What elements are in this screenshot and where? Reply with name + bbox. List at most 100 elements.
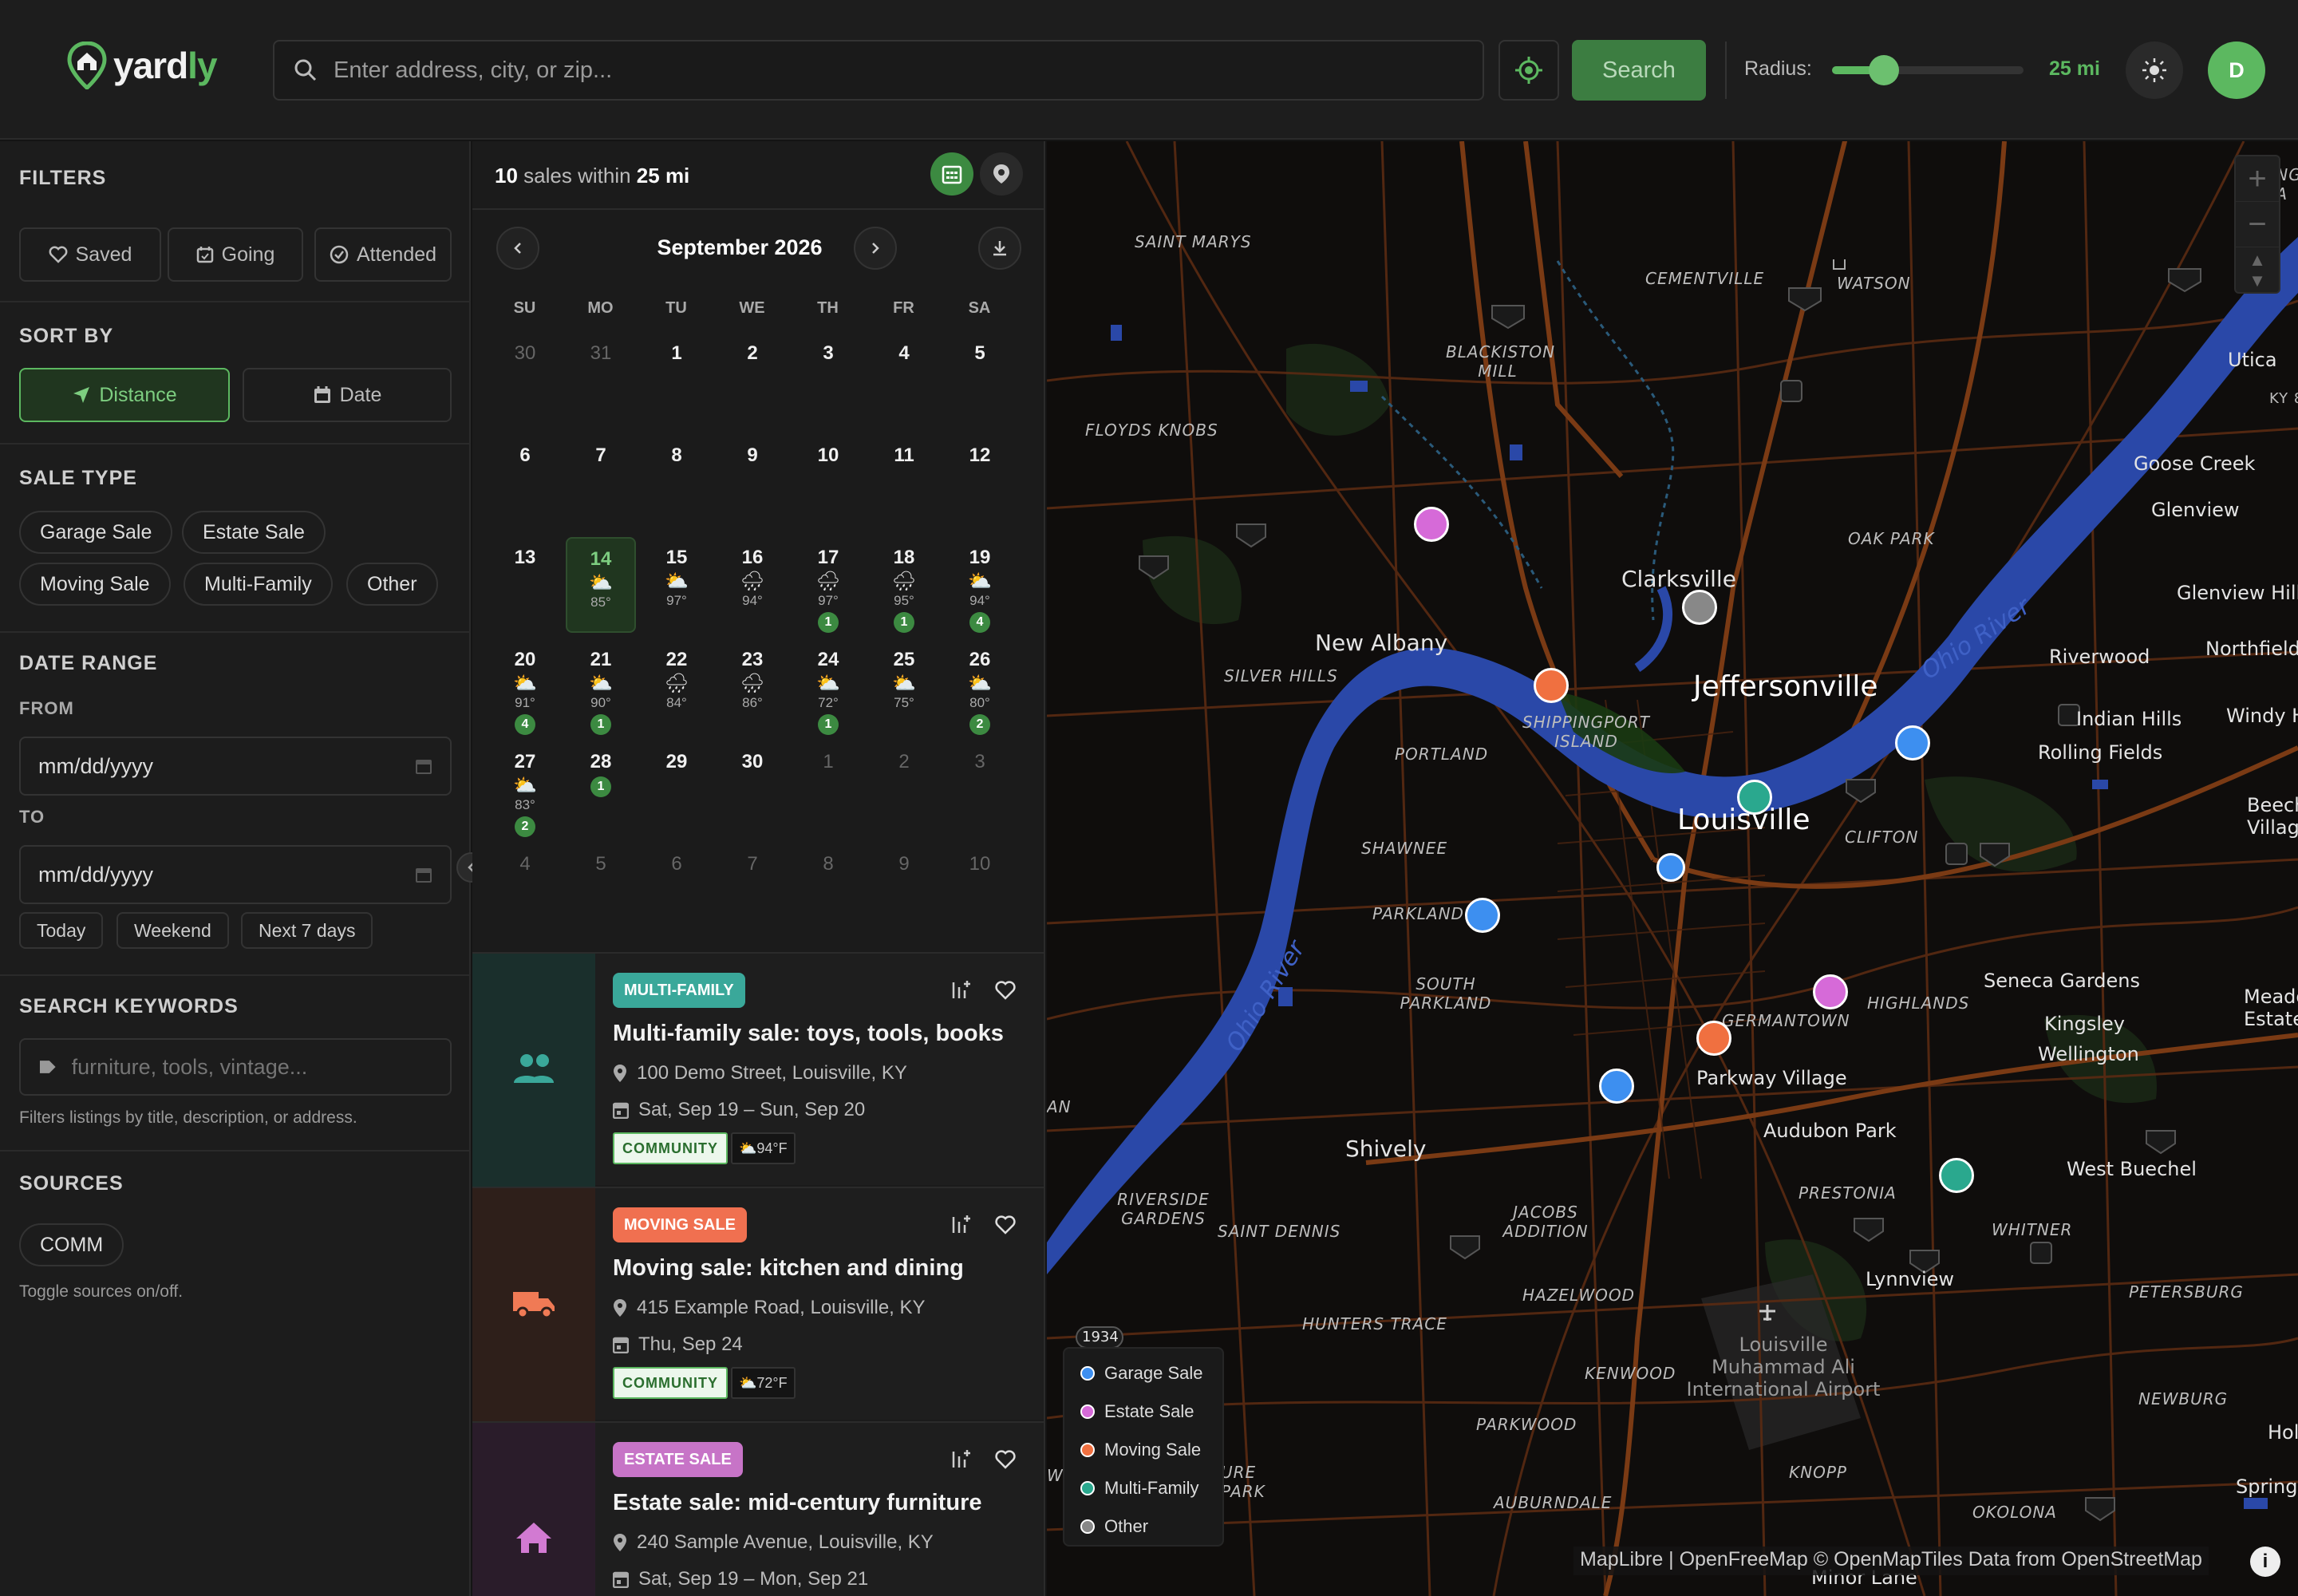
quick-date-next-7-days[interactable]: Next 7 days [241,912,373,949]
calendar-day[interactable]: 16 🌧 94° [717,537,788,633]
calendar-day[interactable]: 9 [717,435,788,531]
calendar-day[interactable]: 22 🌧 84° [642,639,712,735]
map-pin-garage-sale[interactable] [1895,725,1930,760]
calendar-day[interactable]: 9 [869,843,939,891]
calendar-day[interactable]: 24 ⛅ 72° 1 [793,639,863,735]
map-pin-moving-sale[interactable] [1534,668,1569,703]
calendar-day[interactable]: 1 [642,333,712,429]
chip-estate-sale[interactable]: Estate Sale [182,511,326,554]
calendar-day[interactable]: 2 [869,741,939,837]
calendar-day[interactable]: 20 ⛅ 91° 4 [490,639,560,735]
logo[interactable]: yardly [67,41,218,89]
add-to-route-button[interactable] [946,976,975,1005]
sort-date-button[interactable]: Date [243,368,452,422]
calendar-day[interactable]: 8 [793,843,863,891]
calendar-day[interactable]: 3 [945,741,1015,837]
zoom-in-button[interactable]: + [2236,156,2279,202]
map-pin-multi-family[interactable] [1737,780,1772,815]
save-favorite-button[interactable] [991,1445,1020,1474]
listing-card[interactable]: MOVING SALE Moving sale: kitchen and dini… [472,1187,1044,1421]
calendar-day[interactable]: 6 [490,435,560,531]
add-to-route-button[interactable] [946,1211,975,1239]
radius-slider-handle[interactable] [1868,55,1899,85]
chip-multi-family[interactable]: Multi-Family [184,563,333,606]
calendar-day[interactable]: 27 ⛅ 83° 2 [490,741,560,837]
calendar-day[interactable]: 5 [945,333,1015,429]
calendar-day[interactable]: 13 [490,537,560,633]
map-pin-moving-sale[interactable] [1696,1021,1731,1056]
map-pin-multi-family[interactable] [1939,1158,1974,1193]
date-to-field[interactable]: mm/dd/yyyy [19,845,452,904]
quick-date-weekend[interactable]: Weekend [116,912,229,949]
calendar-day[interactable]: 30 [717,741,788,837]
user-avatar[interactable]: D [2208,41,2265,99]
calendar-day[interactable]: 10 [945,843,1015,891]
calendar-view-button[interactable] [930,152,973,196]
map-pin-garage-sale[interactable] [1656,853,1685,882]
calendar-day[interactable]: 28 1 [566,741,636,837]
chip-garage-sale[interactable]: Garage Sale [19,511,173,554]
map-pin-view-button[interactable] [980,152,1023,196]
calendar-day[interactable]: 29 [642,741,712,837]
listing-title[interactable]: Estate sale: mid-century furniture [613,1490,982,1516]
keywords-input[interactable] [71,1054,432,1080]
calendar-day[interactable]: 15 ⛅ 97° [642,537,712,633]
map-pin-estate-sale[interactable] [1414,507,1449,542]
calendar-day[interactable]: 31 [566,333,636,429]
chip-other[interactable]: Other [346,563,438,606]
going-filter-button[interactable]: Going [168,227,303,282]
calendar-day[interactable]: 4 [869,333,939,429]
saved-filter-button[interactable]: Saved [19,227,161,282]
calendar-day[interactable]: 6 [642,843,712,891]
map-attribution[interactable]: MapLibre | OpenFreeMap © OpenMapTiles Da… [1573,1547,2209,1575]
calendar-day[interactable]: 23 🌧 86° [717,639,788,735]
next-month-button[interactable] [854,227,897,270]
listing-title[interactable]: Moving sale: kitchen and dining [613,1255,964,1282]
calendar-day[interactable]: 7 [717,843,788,891]
compass-button[interactable]: ▲ ▼ [2236,247,2279,293]
info-icon[interactable]: i [2250,1547,2280,1577]
calendar-day[interactable]: 10 [793,435,863,531]
date-from-field[interactable]: mm/dd/yyyy [19,737,452,796]
add-to-route-button[interactable] [946,1445,975,1474]
calendar-day[interactable]: 2 [717,333,788,429]
calendar-day[interactable]: 12 [945,435,1015,531]
quick-date-today[interactable]: Today [19,912,104,949]
sort-distance-button[interactable]: Distance [19,368,230,422]
calendar-day[interactable]: 21 ⛅ 90° 1 [566,639,636,735]
listing-title[interactable]: Multi-family sale: toys, tools, books [613,1021,1004,1047]
calendar-day[interactable]: 4 [490,843,560,891]
map-view[interactable]: Louisville Jeffersonville New Albany Cla… [1047,141,2298,1596]
download-calendar-button[interactable] [978,227,1021,270]
locate-me-button[interactable] [1498,40,1559,101]
calendar-day[interactable]: 1 [793,741,863,837]
calendar-day-selected[interactable]: 14 ⛅ 85° [566,537,636,633]
calendar-day[interactable]: 26 ⛅ 80° 2 [945,639,1015,735]
listing-card[interactable]: ESTATE SALE Estate sale: mid-century furn… [472,1421,1044,1596]
calendar-day[interactable]: 18 🌧 95° 1 [869,537,939,633]
calendar-day[interactable]: 7 [566,435,636,531]
zoom-out-button[interactable]: − [2236,202,2279,247]
attended-filter-button[interactable]: Attended [314,227,452,282]
keywords-field[interactable] [19,1038,452,1096]
chip-moving-sale[interactable]: Moving Sale [19,563,171,606]
calendar-day[interactable]: 17 🌧 97° 1 [793,537,863,633]
theme-toggle-button[interactable] [2126,41,2183,99]
save-favorite-button[interactable] [991,976,1020,1005]
calendar-day[interactable]: 3 [793,333,863,429]
calendar-day[interactable]: 30 [490,333,560,429]
search-button[interactable]: Search [1572,40,1706,101]
calendar-day[interactable]: 5 [566,843,636,891]
map-pin-garage-sale[interactable] [1599,1069,1634,1104]
source-chip-comm[interactable]: COMM [19,1223,124,1266]
save-favorite-button[interactable] [991,1211,1020,1239]
calendar-day[interactable]: 8 [642,435,712,531]
calendar-day[interactable]: 25 ⛅ 75° [869,639,939,735]
map-pin-garage-sale[interactable] [1465,898,1500,933]
search-input[interactable] [334,57,1451,84]
radius-slider[interactable] [1832,55,2024,85]
calendar-day[interactable]: 11 [869,435,939,531]
calendar-day[interactable]: 19 ⛅ 94° 4 [945,537,1015,633]
map-pin-other[interactable] [1682,590,1717,625]
map-pin-estate-sale[interactable] [1813,974,1848,1009]
